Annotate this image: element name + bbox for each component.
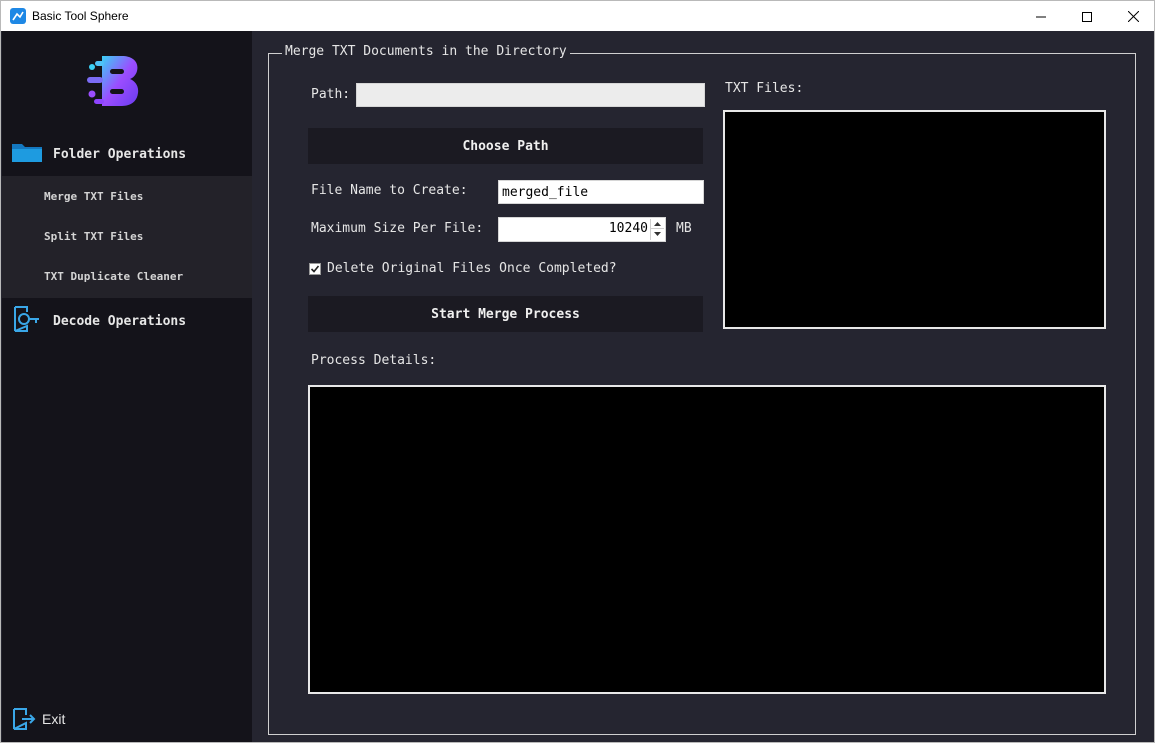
check-icon (310, 265, 320, 273)
spin-down-button[interactable] (651, 229, 664, 239)
txt-files-list[interactable] (723, 110, 1106, 329)
process-details-label: Process Details: (311, 353, 437, 368)
exit-icon (12, 707, 36, 735)
sidebar-item-txt-duplicate-cleaner[interactable]: TXT Duplicate Cleaner (2, 256, 252, 296)
folder-icon (11, 141, 43, 167)
max-size-value[interactable]: 10240 (609, 221, 648, 236)
sidebar-section-folder-operations[interactable]: Folder Operations (2, 131, 252, 177)
sidebar-item-split-txt-files[interactable]: Split TXT Files (2, 216, 252, 256)
file-name-label: File Name to Create: (311, 183, 468, 198)
spin-up-button[interactable] (651, 219, 664, 229)
sidebar-item-merge-txt-files[interactable]: Merge TXT Files (2, 176, 252, 216)
sidebar: Folder Operations Merge TXT Files Split … (2, 31, 252, 742)
exit-label: Exit (42, 711, 66, 727)
key-icon (11, 304, 41, 338)
close-icon (1127, 11, 1139, 22)
delete-original-checkbox[interactable] (309, 263, 321, 275)
sidebar-section-label: Folder Operations (53, 146, 187, 162)
maximize-icon (1082, 11, 1092, 22)
txt-files-label: TXT Files: (725, 81, 804, 96)
process-details-box[interactable] (308, 385, 1106, 694)
delete-original-label[interactable]: Delete Original Files Once Completed? (327, 261, 617, 276)
file-name-input[interactable] (498, 180, 704, 204)
spin-arrows (650, 219, 664, 240)
sidebar-section-decode-operations[interactable]: Decode Operations (2, 298, 252, 344)
sidebar-section-label: Decode Operations (53, 313, 187, 329)
exit-button[interactable]: Exit (2, 703, 122, 733)
path-label: Path: (311, 87, 351, 102)
sidebar-item-label: TXT Duplicate Cleaner (44, 269, 184, 283)
window-title: Basic Tool Sphere (32, 9, 129, 23)
max-size-unit: MB (676, 221, 692, 236)
folder-operations-submenu: Merge TXT Files Split TXT Files TXT Dupl… (2, 176, 252, 298)
sidebar-item-label: Split TXT Files (44, 229, 144, 243)
minimize-icon (1036, 16, 1046, 17)
max-size-label: Maximum Size Per File: (311, 221, 484, 236)
maximize-button[interactable] (1064, 1, 1110, 32)
group-title: Merge TXT Documents in the Directory (282, 44, 570, 59)
app-window: Folder Operations Merge TXT Files Split … (0, 31, 1155, 743)
title-bar[interactable]: Basic Tool Sphere (0, 0, 1155, 31)
chevron-up-icon (654, 221, 661, 226)
start-merge-button[interactable]: Start Merge Process (308, 296, 703, 332)
close-button[interactable] (1110, 1, 1155, 32)
logo-icon (84, 53, 142, 109)
chevron-down-icon (654, 232, 661, 236)
choose-path-button[interactable]: Choose Path (308, 128, 703, 164)
sidebar-item-label: Merge TXT Files (44, 189, 144, 203)
path-input[interactable] (356, 83, 705, 107)
minimize-button[interactable] (1018, 1, 1064, 32)
app-icon (10, 8, 26, 24)
max-size-spinbox[interactable]: 10240 (498, 217, 666, 242)
